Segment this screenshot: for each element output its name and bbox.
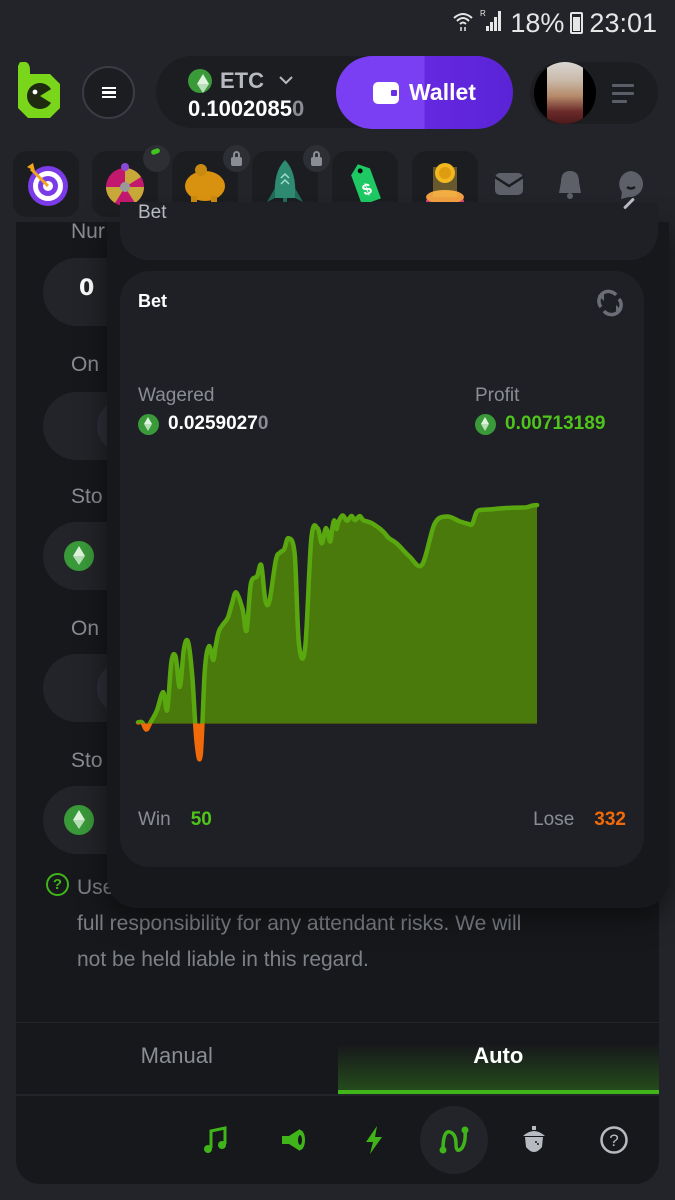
sound-icon[interactable] — [274, 1120, 314, 1160]
game-toolbar: ? — [16, 1096, 659, 1184]
tab-auto[interactable]: Auto — [337, 1023, 659, 1094]
stop-on-loss-label: Sto — [71, 749, 103, 772]
bc-logo[interactable] — [16, 62, 62, 118]
avatar[interactable] — [534, 62, 596, 124]
bet-mode-tabs: Manual Auto — [16, 1022, 659, 1096]
list-icon[interactable] — [612, 84, 634, 108]
overlay-header[interactable]: Bet — [120, 197, 658, 260]
etc-coin-icon — [188, 69, 212, 93]
wallet-button[interactable]: Wallet — [336, 56, 513, 129]
chevron-down-icon — [278, 73, 294, 89]
win-label: Win — [138, 809, 171, 830]
overlay-header-title: Bet — [138, 202, 167, 223]
svg-text:R: R — [480, 9, 486, 18]
wallet-icon — [373, 81, 400, 104]
piggy-bank-icon — [185, 164, 225, 204]
lose-count: Lose 332 — [533, 809, 626, 831]
app-header: ETC 0.10020850 Wallet — [0, 52, 675, 136]
help-icon[interactable]: ? — [594, 1120, 634, 1160]
on-win-label: On — [71, 353, 100, 376]
user-menu[interactable] — [530, 62, 658, 124]
acorn-icon[interactable] — [514, 1120, 554, 1160]
currency-selector[interactable]: ETC — [188, 68, 294, 94]
balance-amount: 0.10020850 — [188, 96, 304, 122]
disclaimer-line: full responsibility for any attendant ri… — [77, 912, 522, 935]
chart-curve-icon[interactable] — [420, 1106, 488, 1174]
stop-on-win-label: Sto — [71, 485, 103, 508]
lose-label: Lose — [533, 809, 575, 830]
target-icon — [27, 163, 68, 206]
disclaimer-line: not be held liable in this regard. — [77, 948, 369, 971]
chat-icon[interactable] — [615, 168, 647, 200]
number-of-bets-label: Nur — [71, 220, 105, 243]
balance-trailing: 0 — [292, 96, 305, 121]
hamburger-icon — [101, 85, 116, 101]
win-count: Win 50 — [138, 809, 212, 831]
currency-label: ETC — [220, 68, 264, 93]
status-bar: R 18% 23:01 — [0, 0, 675, 46]
profit-area-positive — [138, 505, 537, 724]
tab-manual[interactable]: Manual — [16, 1023, 338, 1094]
lock-icon — [223, 145, 250, 172]
etc-coin-icon — [64, 805, 94, 835]
lose-value: 332 — [594, 809, 626, 830]
svg-text:?: ? — [609, 1131, 618, 1150]
profit-chart — [135, 502, 540, 762]
number-of-bets-value: 0 — [79, 276, 95, 301]
target-promo-tile[interactable] — [13, 151, 79, 217]
lightning-icon[interactable] — [354, 1120, 394, 1160]
lock-icon — [303, 145, 330, 172]
help-circle-icon[interactable]: ? — [46, 873, 69, 896]
bell-icon[interactable] — [554, 168, 586, 200]
bet-stats-overlay: Bet Bet Wagered 0.02590270 Profit 0.0071… — [107, 197, 669, 908]
mail-icon[interactable] — [493, 168, 525, 200]
battery-icon — [570, 12, 584, 34]
cell-signal-icon: R — [480, 8, 504, 38]
battery-percent: 18% — [510, 7, 565, 38]
stats-card: Bet Wagered 0.02590270 Profit 0.00713189… — [120, 271, 644, 867]
win-value: 50 — [190, 809, 212, 830]
clock: 23:01 — [589, 7, 657, 38]
wifi-icon — [452, 8, 474, 39]
menu-button[interactable] — [82, 66, 135, 119]
music-icon[interactable] — [196, 1120, 236, 1160]
balance-main: 0.1002085 — [188, 96, 292, 121]
wallet-label: Wallet — [409, 79, 476, 105]
etc-coin-icon — [64, 541, 94, 571]
notification-badge — [143, 145, 170, 172]
on-lose-label: On — [71, 617, 100, 640]
